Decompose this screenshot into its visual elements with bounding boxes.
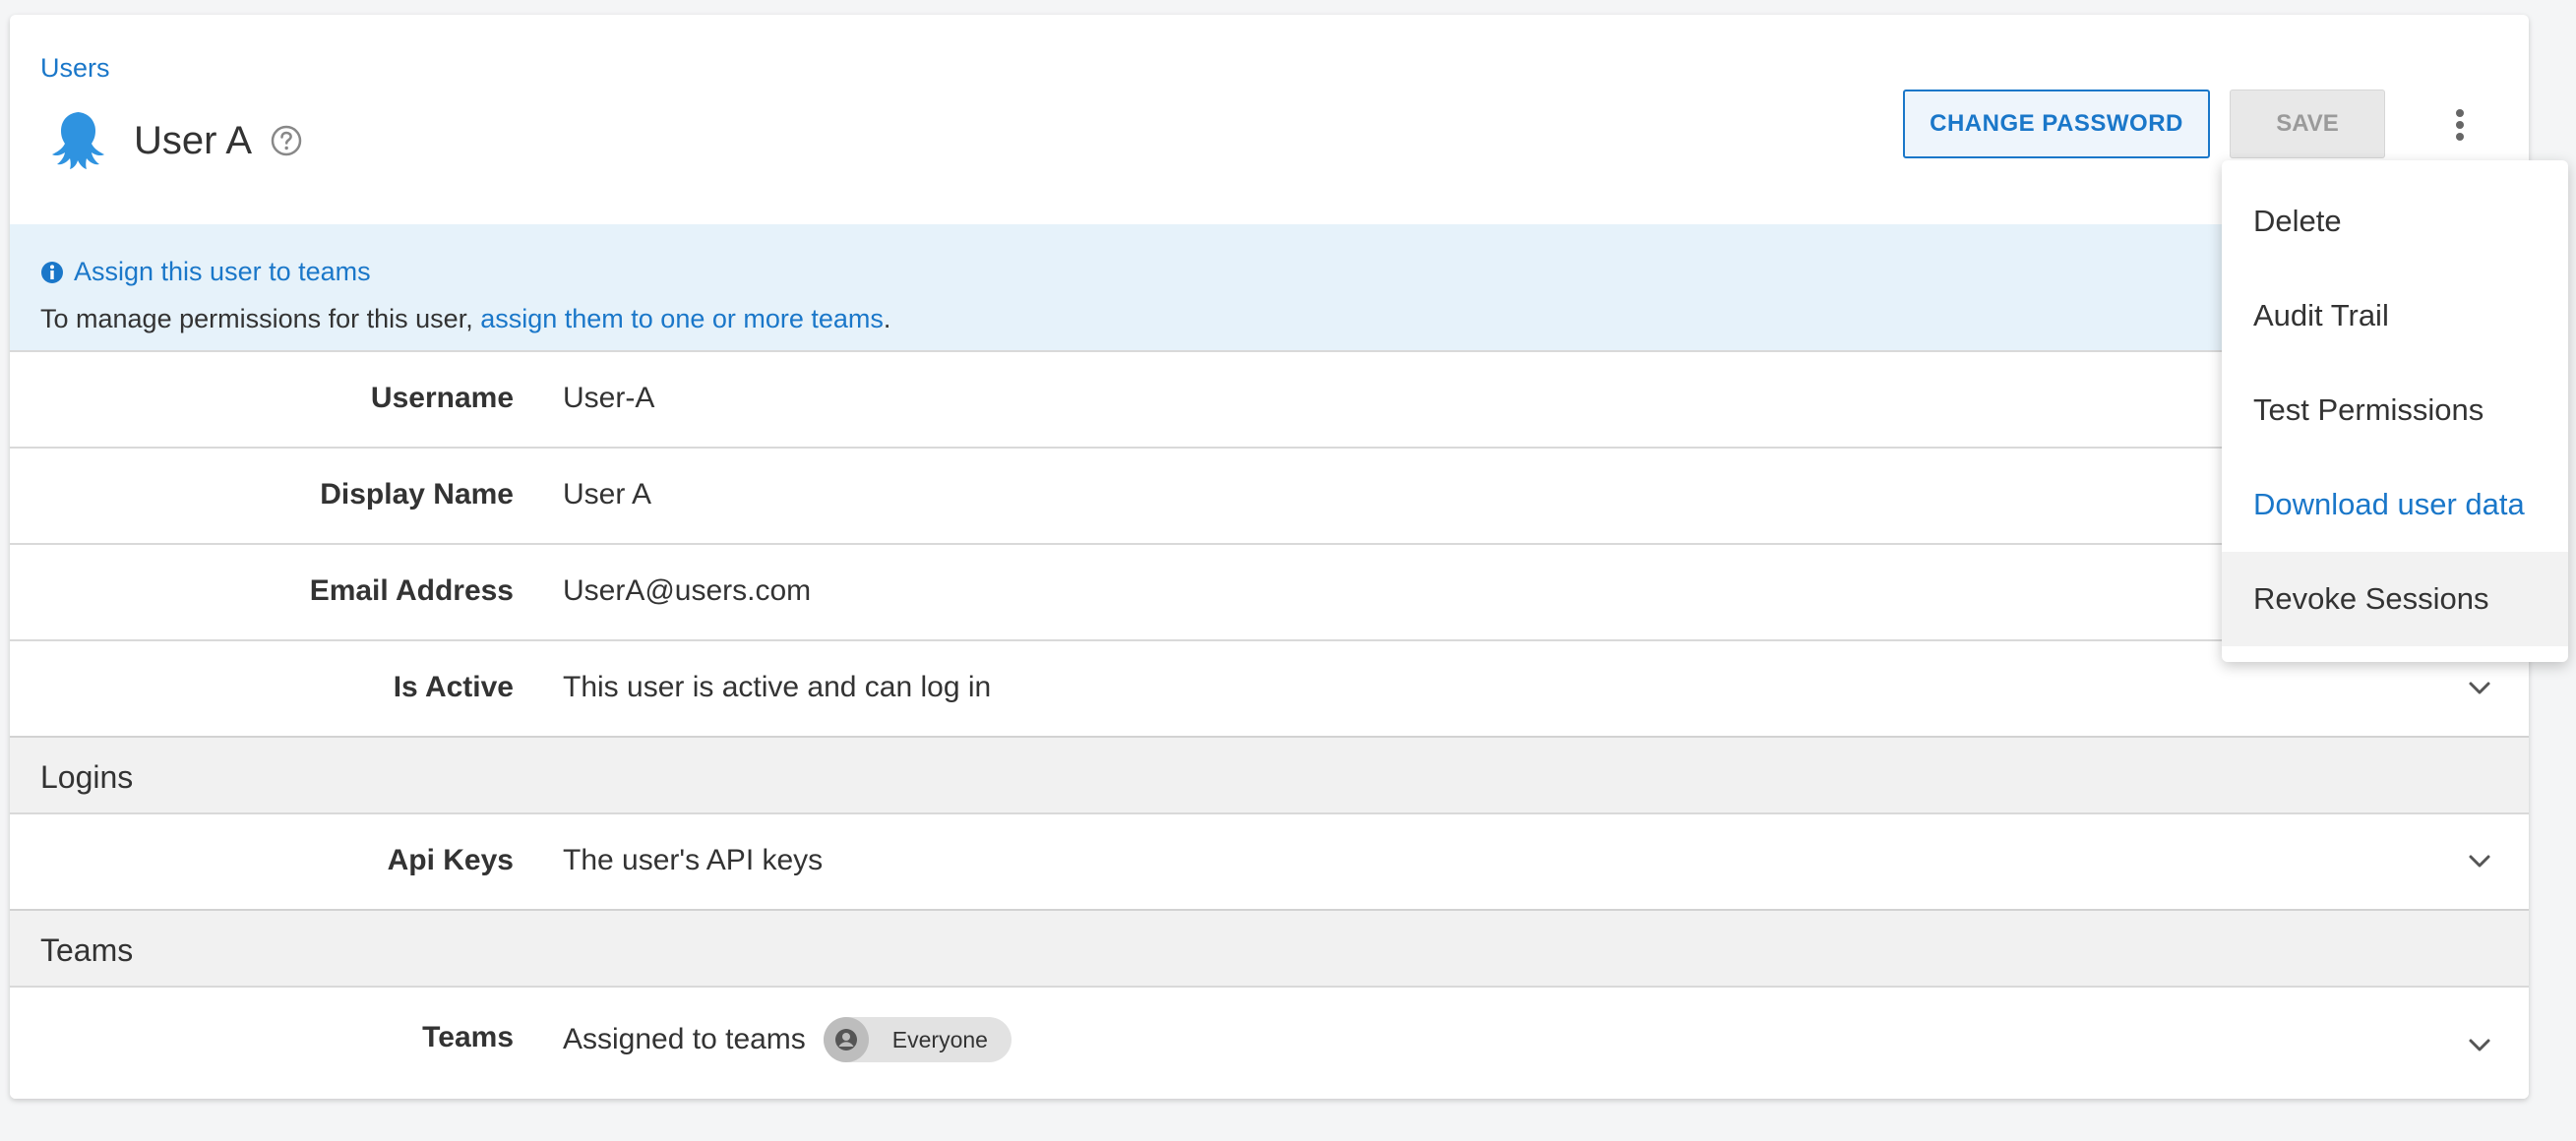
info-banner-text-prefix: To manage permissions for this user,	[40, 304, 481, 333]
field-label: Display Name	[320, 478, 514, 510]
field-row-display-name: Display Name User A	[10, 447, 2529, 544]
section-title: Teams	[40, 932, 134, 968]
menu-item-test-permissions[interactable]: Test Permissions	[2222, 363, 2568, 457]
breadcrumb-users-link[interactable]: Users	[40, 53, 110, 84]
field-value: Assigned to teams Everyone	[563, 1017, 1012, 1062]
team-chip-label: Everyone	[891, 1026, 988, 1052]
section-teams: Teams	[10, 909, 2529, 986]
save-button[interactable]: SAVE	[2230, 90, 2385, 158]
info-banner-text-suffix: .	[883, 304, 891, 333]
team-chip-everyone[interactable]: Everyone	[823, 1017, 1012, 1062]
teams-value-text: Assigned to teams	[563, 1023, 806, 1055]
chevron-down-icon[interactable]	[2466, 1032, 2493, 1059]
menu-item-revoke-sessions[interactable]: Revoke Sessions	[2222, 552, 2568, 646]
field-value: User-A	[563, 382, 655, 414]
field-row-is-active[interactable]: Is Active This user is active and can lo…	[10, 639, 2529, 737]
info-icon	[41, 261, 63, 283]
team-avatar-icon	[823, 1017, 869, 1062]
change-password-button[interactable]: CHANGE PASSWORD	[1903, 90, 2210, 158]
section-title: Logins	[40, 759, 134, 795]
page-title: User A	[134, 118, 253, 162]
menu-item-download-user-data[interactable]: Download user data	[2222, 457, 2568, 552]
info-banner: Assign this user to teams To manage perm…	[10, 224, 2529, 350]
field-row-teams[interactable]: Teams Assigned to teams Everyone	[10, 986, 2529, 1099]
chevron-down-icon[interactable]	[2466, 848, 2493, 875]
user-details-card: Users User A CHANGE PASSWORD SAVE Assign…	[10, 15, 2529, 1099]
page-header: User A	[51, 101, 303, 180]
octopus-logo-icon	[52, 112, 104, 169]
info-banner-text: To manage permissions for this user, ass…	[40, 304, 890, 334]
field-value: This user is active and can log in	[563, 671, 992, 703]
field-row-username: Username User-A	[10, 350, 2529, 448]
menu-item-audit-trail[interactable]: Audit Trail	[2222, 269, 2568, 363]
overflow-menu: Delete Audit Trail Test Permissions Down…	[2222, 160, 2568, 662]
assign-teams-link[interactable]: assign them to one or more teams	[480, 304, 884, 333]
section-logins: Logins	[10, 736, 2529, 812]
more-options-icon[interactable]	[2440, 105, 2480, 145]
field-label: Api Keys	[387, 844, 514, 876]
chevron-down-icon[interactable]	[2466, 675, 2493, 702]
field-label: Is Active	[393, 671, 514, 703]
field-row-api-keys[interactable]: Api Keys The user's API keys	[10, 812, 2529, 910]
field-label: Username	[370, 382, 514, 414]
field-value: User A	[563, 478, 652, 510]
menu-item-delete[interactable]: Delete	[2222, 174, 2568, 269]
field-label: Teams	[422, 1021, 514, 1053]
field-row-email: Email Address UserA@users.com	[10, 543, 2529, 640]
help-circle-icon[interactable]	[270, 124, 303, 157]
field-value: UserA@users.com	[563, 574, 812, 607]
info-banner-title: Assign this user to teams	[40, 257, 371, 287]
info-banner-title-text: Assign this user to teams	[74, 257, 371, 286]
field-label: Email Address	[309, 574, 514, 607]
field-value: The user's API keys	[563, 844, 824, 876]
